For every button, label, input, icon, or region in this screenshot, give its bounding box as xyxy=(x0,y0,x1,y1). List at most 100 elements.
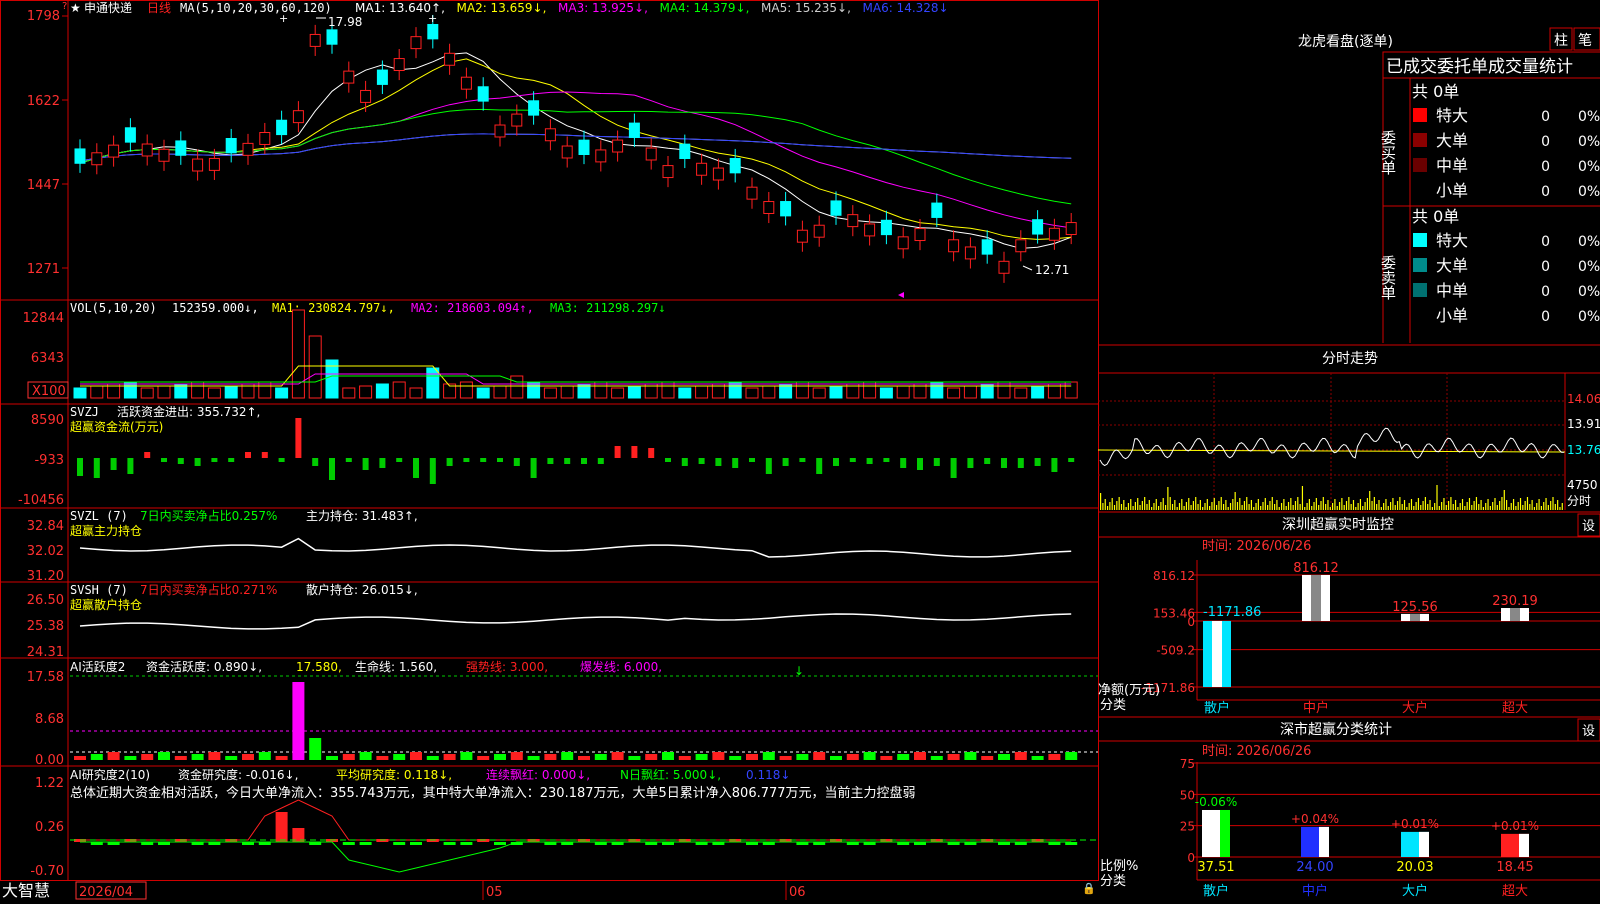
ai-research-panel[interactable]: AI研究度2(10) 资金研究度: -0.016↓, 平均研究度: 0.118↓… xyxy=(30,767,1098,879)
monitor-bar-shade xyxy=(1410,613,1420,621)
candle-body[interactable] xyxy=(108,144,120,158)
volume-bar xyxy=(291,309,305,399)
candle-body[interactable] xyxy=(192,158,204,172)
candle-body[interactable] xyxy=(393,58,405,72)
candle-body[interactable] xyxy=(175,140,187,156)
candle-body[interactable] xyxy=(242,142,254,156)
candle-body[interactable] xyxy=(544,128,556,142)
candle-body[interactable] xyxy=(830,200,842,216)
candle-body[interactable] xyxy=(729,157,741,174)
volume-panel[interactable]: VOL(5,10,20) 152359.000↓, MA1: 230824.79… xyxy=(23,301,1078,399)
candle-body[interactable] xyxy=(477,86,489,102)
category-label: 超大 xyxy=(1502,701,1528,716)
candle-body[interactable] xyxy=(914,228,926,242)
candle-body[interactable] xyxy=(360,89,372,103)
svzj-panel[interactable]: SVZJ 活跃资金进出: 355.732↑, 超赢资金流(万元) 8590 -9… xyxy=(18,404,1075,508)
candle-body[interactable] xyxy=(74,148,86,164)
activity-bar xyxy=(729,756,742,760)
candle-body[interactable] xyxy=(998,260,1010,274)
favorite-star-icon[interactable]: ★ xyxy=(70,1,81,15)
intraday-vol-bar xyxy=(1329,507,1331,510)
ai-activity-panel[interactable]: AI活跃度2 资金活跃度: 0.890↓, 17.580, 生命线: 1.560… xyxy=(27,659,1098,768)
volume-bar xyxy=(493,385,507,399)
candle-body[interactable] xyxy=(494,124,506,138)
candle-body[interactable] xyxy=(847,214,859,228)
candle-body[interactable] xyxy=(528,100,540,116)
candle-body[interactable] xyxy=(948,239,960,253)
candle-body[interactable] xyxy=(1032,219,1044,235)
intraday-vol-bar xyxy=(1371,501,1373,510)
candle-body[interactable] xyxy=(662,165,674,179)
candle-body[interactable] xyxy=(158,148,170,162)
candle-body[interactable] xyxy=(813,224,825,238)
candle-body[interactable] xyxy=(712,167,724,181)
candle-body[interactable] xyxy=(208,157,220,171)
candle-body[interactable] xyxy=(376,69,388,85)
candle-body[interactable] xyxy=(326,29,338,45)
candle-body[interactable] xyxy=(931,202,943,218)
candlesticks[interactable] xyxy=(74,14,1077,283)
candle-body[interactable] xyxy=(460,76,472,90)
candle-body[interactable] xyxy=(276,119,288,136)
fund-flow-bar xyxy=(833,458,839,466)
intraday-vol-bar xyxy=(1311,506,1313,510)
candle-body[interactable] xyxy=(897,236,909,250)
candle-body[interactable] xyxy=(780,201,792,217)
intraday-vol-bar xyxy=(1471,505,1473,510)
kline-panel[interactable]: ★ 申通快递 日线 MA(5,10,20,30,60,120) MA1: 13.… xyxy=(27,1,1077,298)
candle-body[interactable] xyxy=(612,139,624,153)
candle-body[interactable] xyxy=(880,219,892,236)
candle-body[interactable] xyxy=(410,36,422,50)
realtime-monitor-panel[interactable]: 深圳超赢实时监控 设 时间: 2026/06/26 816.12153.460-… xyxy=(1098,513,1600,716)
candle-body[interactable] xyxy=(141,143,153,157)
intraday-vol-bar xyxy=(1155,499,1157,510)
activity-bar xyxy=(208,752,221,760)
candle-body[interactable] xyxy=(561,145,573,159)
candle-body[interactable] xyxy=(511,113,523,127)
volume-bar xyxy=(409,387,423,399)
candle-body[interactable] xyxy=(696,162,708,176)
ai2-average: 平均研究度: 0.118↓, xyxy=(336,767,452,782)
candle-body[interactable] xyxy=(981,239,993,255)
candle-body[interactable] xyxy=(444,52,456,66)
activity-bar xyxy=(527,756,540,760)
intraday-price-line xyxy=(1099,427,1565,467)
activity-bar xyxy=(258,752,271,760)
candle-body[interactable] xyxy=(259,132,271,145)
period-label[interactable]: 日线 xyxy=(147,1,171,15)
volume-bar xyxy=(140,387,154,399)
candle-body[interactable] xyxy=(343,70,355,84)
candle-body[interactable] xyxy=(124,127,136,143)
candle-body[interactable] xyxy=(645,147,657,161)
candle-body[interactable] xyxy=(225,138,237,154)
candle-body[interactable] xyxy=(864,223,876,237)
candle-body[interactable] xyxy=(595,149,607,163)
candle-body[interactable] xyxy=(628,122,640,138)
candle-body[interactable] xyxy=(746,186,758,200)
lock-icon[interactable]: 🔒 xyxy=(1082,882,1096,895)
activity-bar xyxy=(712,752,725,760)
svsh-panel[interactable]: SVSH (7) 7日内买卖净占比0.271% 散户持仓: 26.015↓, 超… xyxy=(27,582,1072,660)
intraday-vol-bar xyxy=(1376,504,1378,510)
y-tick: 25 xyxy=(1180,820,1195,834)
candle-body[interactable] xyxy=(427,24,439,40)
candle-body[interactable] xyxy=(964,246,976,260)
candle-body[interactable] xyxy=(679,143,691,159)
stats-value-label: 37.51 xyxy=(1197,860,1234,875)
candle-body[interactable] xyxy=(1015,239,1027,253)
candle-body[interactable] xyxy=(1065,222,1077,236)
candle-body[interactable] xyxy=(292,110,304,124)
candle-body[interactable] xyxy=(91,152,103,166)
volume-bar xyxy=(829,385,843,399)
intraday-vol-bar xyxy=(1480,500,1482,510)
candle-body[interactable] xyxy=(578,139,590,156)
intraday-panel[interactable]: 分时走势 14.06 13.91 13.76 4750 分时 xyxy=(1097,351,1600,510)
category-stats-panel[interactable]: 深市超赢分类统计 设 时间: 2026/06/26 75 50 25 0 -0.06%… xyxy=(1098,718,1600,899)
candle-body[interactable] xyxy=(309,33,321,47)
svzl-panel[interactable]: SVZL (7) 7日内买卖净占比0.257% 主力持仓: 31.483↑, 超… xyxy=(27,508,1072,584)
candle-body[interactable] xyxy=(796,229,808,243)
candle-body[interactable] xyxy=(1048,227,1060,241)
activity-bar xyxy=(376,756,389,760)
panel-title: 龙虎看盘(逐单) xyxy=(1298,33,1393,50)
candle-body[interactable] xyxy=(763,201,775,214)
